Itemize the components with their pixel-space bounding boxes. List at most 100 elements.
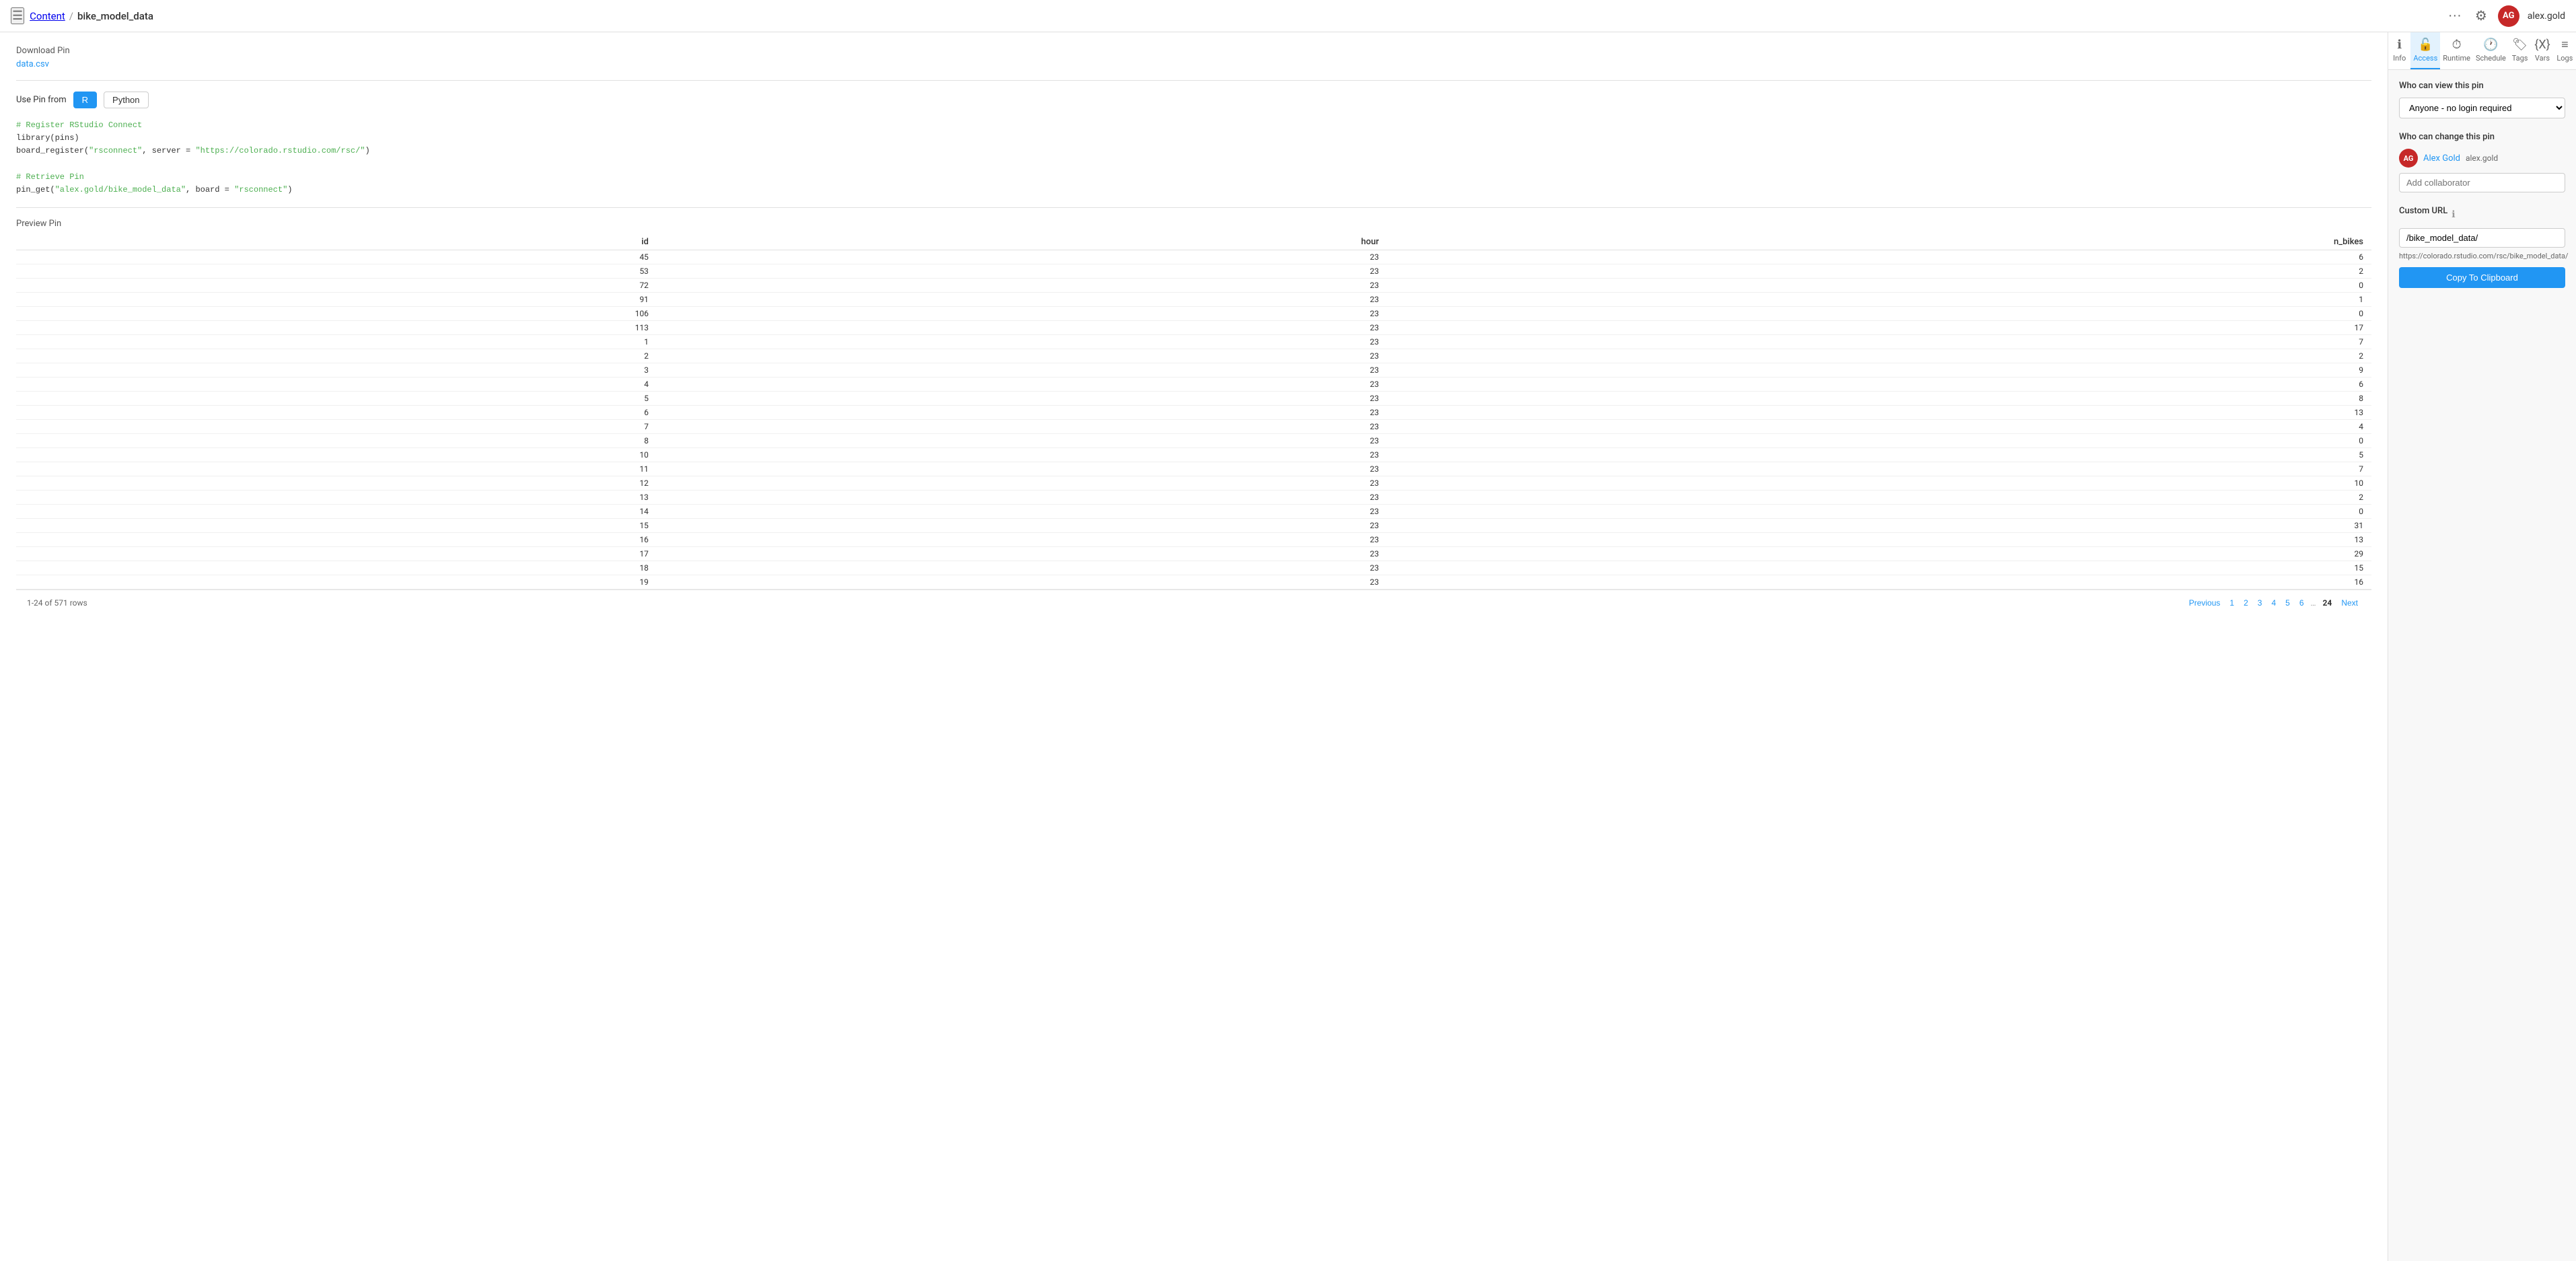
custom-url-title: Custom URL — [2399, 206, 2447, 216]
table-cell: 23 — [657, 575, 1387, 589]
table-cell: 2 — [1387, 264, 2371, 279]
topnav-right: ··· ⚙ AG alex.gold — [2445, 5, 2565, 27]
table-cell: 53 — [16, 264, 657, 279]
table-row: 10235 — [16, 448, 2371, 462]
tab-schedule-label: Schedule — [2476, 54, 2506, 63]
table-cell: 14 — [16, 505, 657, 519]
table-row: 45236 — [16, 250, 2371, 264]
copy-to-clipboard-button[interactable]: Copy To Clipboard — [2399, 267, 2565, 288]
col-header-id: id — [16, 234, 657, 250]
table-cell: 4 — [16, 377, 657, 392]
table-cell: 15 — [1387, 561, 2371, 575]
breadcrumb-separator: / — [69, 10, 73, 22]
page-btn-4[interactable]: 4 — [2268, 597, 2279, 609]
table-row: 3239 — [16, 363, 2371, 377]
panel-content: Who can view this pin Anyone - no login … — [2388, 70, 2576, 1261]
table-cell: 0 — [1387, 307, 2371, 321]
more-options-button[interactable]: ··· — [2445, 5, 2464, 26]
code-block: # Register RStudio Connect library(pins)… — [16, 119, 2371, 196]
page-btn-5[interactable]: 5 — [2283, 597, 2293, 609]
preview-title: Preview Pin — [16, 219, 2371, 229]
pagination: 1-24 of 571 rows Previous 1 2 3 4 5 6 … … — [16, 589, 2371, 616]
table-cell: 113 — [16, 321, 657, 335]
panel-tabs: ℹ Info 🔓 Access ⏱ Runtime 🕐 Schedule 🏷 T… — [2388, 32, 2576, 70]
topnav: ☰ Content / bike_model_data ··· ⚙ AG ale… — [0, 0, 2576, 32]
tab-logs[interactable]: ≡ Logs — [2554, 32, 2576, 69]
table-cell: 4 — [1387, 420, 2371, 434]
table-cell: 8 — [16, 434, 657, 448]
tab-info-label: Info — [2393, 54, 2406, 63]
table-cell: 3 — [16, 363, 657, 377]
page-btn-3[interactable]: 3 — [2255, 597, 2265, 609]
table-cell: 2 — [1387, 491, 2371, 505]
table-cell: 91 — [16, 293, 657, 307]
table-cell: 0 — [1387, 505, 2371, 519]
table-cell: 29 — [1387, 547, 2371, 561]
data-table: id hour n_bikes 452365323272230912311062… — [16, 234, 2371, 589]
pagination-prev[interactable]: Previous — [2186, 597, 2223, 609]
table-cell: 31 — [1387, 519, 2371, 533]
tab-r-button[interactable]: R — [73, 92, 97, 108]
table-cell: 2 — [1387, 349, 2371, 363]
table-cell: 23 — [657, 335, 1387, 349]
table-cell: 13 — [1387, 406, 2371, 420]
table-cell: 19 — [16, 575, 657, 589]
collaborator-username: alex.gold — [2466, 153, 2498, 163]
tags-icon: 🏷 — [2512, 38, 2528, 52]
tab-info[interactable]: ℹ Info — [2388, 32, 2410, 69]
page-btn-6[interactable]: 6 — [2297, 597, 2307, 609]
table-cell: 23 — [657, 420, 1387, 434]
table-cell: 23 — [657, 491, 1387, 505]
table-cell: 23 — [657, 307, 1387, 321]
table-cell: 23 — [657, 279, 1387, 293]
divider-2 — [16, 207, 2371, 208]
page-btn-1[interactable]: 1 — [2227, 597, 2237, 609]
breadcrumb-root[interactable]: Content — [30, 10, 65, 22]
download-link[interactable]: data.csv — [16, 59, 49, 69]
table-cell: 106 — [16, 307, 657, 321]
table-cell: 13 — [16, 491, 657, 505]
table-cell: 23 — [657, 406, 1387, 420]
schedule-icon: 🕐 — [2483, 38, 2498, 52]
divider-1 — [16, 80, 2371, 81]
table-cell: 9 — [1387, 363, 2371, 377]
tab-tags[interactable]: 🏷 Tags — [2509, 32, 2531, 69]
col-header-nbikes: n_bikes — [1387, 234, 2371, 250]
add-collaborator-input[interactable] — [2399, 173, 2565, 192]
table-cell: 7 — [1387, 462, 2371, 476]
table-cell: 23 — [657, 519, 1387, 533]
custom-url-info-icon[interactable]: ℹ — [2452, 209, 2455, 220]
table-cell: 23 — [657, 547, 1387, 561]
page-btn-2[interactable]: 2 — [2241, 597, 2251, 609]
vars-icon: {X} — [2534, 38, 2550, 52]
code-line-5: # Retrieve Pin — [16, 172, 84, 182]
table-cell: 2 — [16, 349, 657, 363]
pagination-next[interactable]: Next — [2338, 597, 2361, 609]
table-row: 7234 — [16, 420, 2371, 434]
code-line-1: # Register RStudio Connect — [16, 120, 142, 130]
tab-vars[interactable]: {X} Vars — [2531, 32, 2553, 69]
table-cell: 0 — [1387, 434, 2371, 448]
main-layout: Download Pin data.csv Use Pin from R Pyt… — [0, 32, 2576, 1261]
table-cell: 10 — [16, 448, 657, 462]
table-cell: 18 — [16, 561, 657, 575]
who-view-title: Who can view this pin — [2399, 81, 2565, 91]
who-view-select[interactable]: Anyone - no login required All users Spe… — [2399, 98, 2565, 118]
table-cell: 10 — [1387, 476, 2371, 491]
tab-python-button[interactable]: Python — [104, 92, 148, 108]
tab-schedule[interactable]: 🕐 Schedule — [2473, 32, 2509, 69]
pagination-info: 1-24 of 571 rows — [27, 598, 87, 608]
table-row: 72230 — [16, 279, 2371, 293]
tab-runtime[interactable]: ⏱ Runtime — [2440, 32, 2473, 69]
table-cell: 23 — [657, 293, 1387, 307]
table-cell: 5 — [16, 392, 657, 406]
menu-icon[interactable]: ☰ — [11, 7, 24, 24]
settings-button[interactable]: ⚙ — [2472, 5, 2490, 27]
table-cell: 23 — [657, 377, 1387, 392]
collaborator-row: AG Alex Gold alex.gold — [2399, 149, 2565, 168]
info-icon: ℹ — [2397, 38, 2402, 52]
table-cell: 0 — [1387, 279, 2371, 293]
tab-access[interactable]: 🔓 Access — [2410, 32, 2440, 69]
custom-url-input[interactable] — [2399, 228, 2565, 248]
table-cell: 1 — [16, 335, 657, 349]
